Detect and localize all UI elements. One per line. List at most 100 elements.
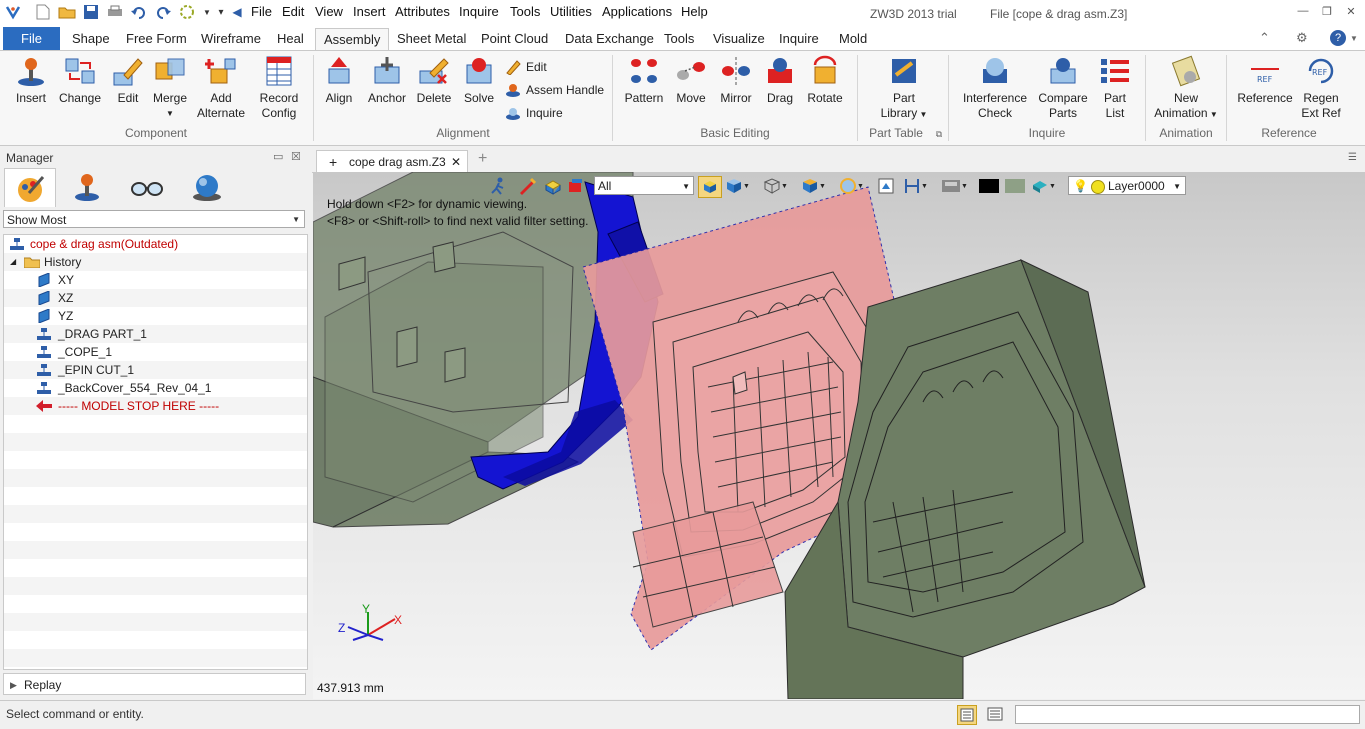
solid-cube-icon[interactable]: ▼ <box>801 176 826 196</box>
show-filter-dropdown[interactable]: Show Most ▼ <box>3 210 305 228</box>
menu-tools[interactable]: Tools <box>510 4 540 19</box>
redo-icon[interactable] <box>154 3 172 21</box>
anchor-button[interactable]: Anchor <box>366 55 408 106</box>
view-window-icon[interactable] <box>877 176 895 196</box>
color-swatch-black[interactable] <box>979 176 999 196</box>
edit-component-button[interactable]: Edit <box>112 55 144 106</box>
new-tab-icon[interactable]: + <box>478 150 487 168</box>
add-alternate-button[interactable]: Add Alternate <box>193 55 249 121</box>
tab-sheet-metal[interactable]: Sheet Metal <box>389 28 474 49</box>
part-list-button[interactable]: Part List <box>1098 55 1132 121</box>
shaded-view-button[interactable] <box>698 176 722 198</box>
tree-item-backcover[interactable]: _BackCover_554_Rev_04_1 <box>4 379 307 397</box>
section-view-icon[interactable]: ▼ <box>903 176 928 196</box>
select-filter-icon[interactable] <box>178 3 196 21</box>
minimize-icon[interactable]: — <box>1293 5 1313 21</box>
print-icon[interactable] <box>106 3 124 21</box>
app-logo-icon[interactable] <box>4 3 22 21</box>
change-button[interactable]: Change <box>58 55 102 106</box>
insert-button[interactable]: Insert <box>12 55 50 106</box>
pattern-button[interactable]: Pattern <box>622 55 666 106</box>
save-icon[interactable] <box>82 3 100 21</box>
menu-inquire[interactable]: Inquire <box>459 4 499 19</box>
visual-tab[interactable] <box>182 168 232 206</box>
tree-item-xz[interactable]: XZ <box>4 289 307 307</box>
settings-gear-icon[interactable]: ⚙ <box>1296 30 1308 46</box>
drag-button[interactable]: Drag <box>764 55 796 106</box>
merge-dropdown-icon[interactable]: ▼ <box>150 106 190 121</box>
delete-constraint-button[interactable]: Delete <box>414 55 454 106</box>
replay-bar[interactable]: ▶ Replay <box>3 673 306 695</box>
align-button[interactable]: Align <box>322 55 356 106</box>
pick-face-icon[interactable] <box>544 176 562 196</box>
view-tab[interactable] <box>122 168 172 206</box>
pick-solid-icon[interactable] <box>566 176 584 196</box>
part-library-button[interactable]: Part Library ▼ <box>876 55 932 122</box>
assem-handle-button[interactable]: Assem Handle <box>505 82 604 98</box>
tab-data-exchange[interactable]: Data Exchange <box>557 28 662 49</box>
panel-pin-icon[interactable]: ▭ <box>273 150 283 163</box>
tab-heal[interactable]: Heal <box>269 28 312 49</box>
history-tree[interactable]: cope & drag asm(Outdated) ◢ History XY X… <box>3 234 308 670</box>
panel-close-icon[interactable]: ☒ <box>291 150 301 163</box>
collapse-triangle-icon[interactable]: ◢ <box>10 253 16 271</box>
tree-item-xy[interactable]: XY <box>4 271 307 289</box>
tab-assembly[interactable]: Assembly <box>315 28 390 51</box>
help-icon[interactable]: ? <box>1330 30 1346 46</box>
menu-edit[interactable]: Edit <box>282 4 304 19</box>
back-arrow-icon[interactable]: ◀ <box>228 3 246 21</box>
tab-visualize[interactable]: Visualize <box>705 28 773 49</box>
tab-mold[interactable]: Mold <box>831 28 875 49</box>
restore-icon[interactable]: ❐ <box>1317 5 1337 21</box>
wireframe-cube-icon[interactable]: ▼ <box>763 176 788 196</box>
animation-dropdown-icon[interactable]: ▼ <box>1208 110 1218 119</box>
history-tab[interactable] <box>4 168 56 207</box>
merge-button[interactable]: Merge ▼ <box>150 55 190 121</box>
tab-tools[interactable]: Tools <box>656 28 702 49</box>
expand-triangle-icon[interactable]: ▶ <box>10 674 17 696</box>
move-button[interactable]: Move <box>674 55 708 106</box>
regen-ext-ref-button[interactable]: REF Regen Ext Ref <box>1300 55 1342 121</box>
tree-item-yz[interactable]: YZ <box>4 307 307 325</box>
3d-viewport[interactable]: X Y Z All ▼ ▼ ▼ ▼ ▼ ▼ ▼ ▼ 💡 Layer0000 ▼ … <box>313 172 1365 699</box>
pick-runner-icon[interactable] <box>490 176 508 196</box>
tree-item-cope[interactable]: _COPE_1 <box>4 343 307 361</box>
close-icon[interactable]: ✕ <box>1341 5 1361 21</box>
history-folder-row[interactable]: ◢ History <box>4 253 307 271</box>
assembly-tab[interactable] <box>62 168 112 206</box>
tab-shape[interactable]: Shape <box>64 28 118 49</box>
color-swatch-green[interactable] <box>1005 176 1025 196</box>
tree-item-drag-part[interactable]: _DRAG PART_1 <box>4 325 307 343</box>
alignment-edit-button[interactable]: Edit <box>505 59 547 76</box>
menu-help[interactable]: Help <box>681 4 708 19</box>
tab-point-cloud[interactable]: Point Cloud <box>473 28 556 49</box>
rotate-button[interactable]: Rotate <box>806 55 844 106</box>
menu-view[interactable]: View <box>315 4 343 19</box>
layer-dropdown[interactable]: 💡 Layer0000 ▼ <box>1068 176 1186 195</box>
reference-button[interactable]: REF Reference <box>1236 55 1294 106</box>
tab-free-form[interactable]: Free Form <box>118 28 195 49</box>
tab-inquire[interactable]: Inquire <box>771 28 827 49</box>
command-input[interactable] <box>1015 705 1360 724</box>
document-tab[interactable]: + cope drag asm.Z3 ✕ <box>316 150 468 173</box>
tree-root-row[interactable]: cope & drag asm(Outdated) <box>4 235 307 253</box>
new-animation-button[interactable]: New Animation ▼ <box>1152 55 1220 122</box>
dialog-launcher-icon[interactable]: ⧉ <box>934 129 944 140</box>
record-config-button[interactable]: Record Config <box>254 55 304 121</box>
menu-utilities[interactable]: Utilities <box>550 4 592 19</box>
status-toggle-button[interactable] <box>957 705 977 725</box>
collapse-ribbon-icon[interactable]: ⌃ <box>1259 30 1270 46</box>
menu-file[interactable]: File <box>251 4 272 19</box>
compare-parts-button[interactable]: Compare Parts <box>1036 55 1090 121</box>
interference-check-button[interactable]: Interference Check <box>960 55 1030 121</box>
solve-button[interactable]: Solve <box>460 55 498 106</box>
tree-item-epin-cut[interactable]: _EPIN CUT_1 <box>4 361 307 379</box>
part-library-dropdown-icon[interactable]: ▼ <box>917 110 927 119</box>
background-icon[interactable]: ▼ <box>941 176 968 196</box>
pick-pen-icon[interactable] <box>518 176 536 196</box>
menu-attributes[interactable]: Attributes <box>395 4 450 19</box>
new-file-icon[interactable] <box>34 3 52 21</box>
alignment-inquire-button[interactable]: Inquire <box>505 105 563 121</box>
output-log-button[interactable] <box>986 705 1006 725</box>
tab-wireframe[interactable]: Wireframe <box>193 28 269 49</box>
